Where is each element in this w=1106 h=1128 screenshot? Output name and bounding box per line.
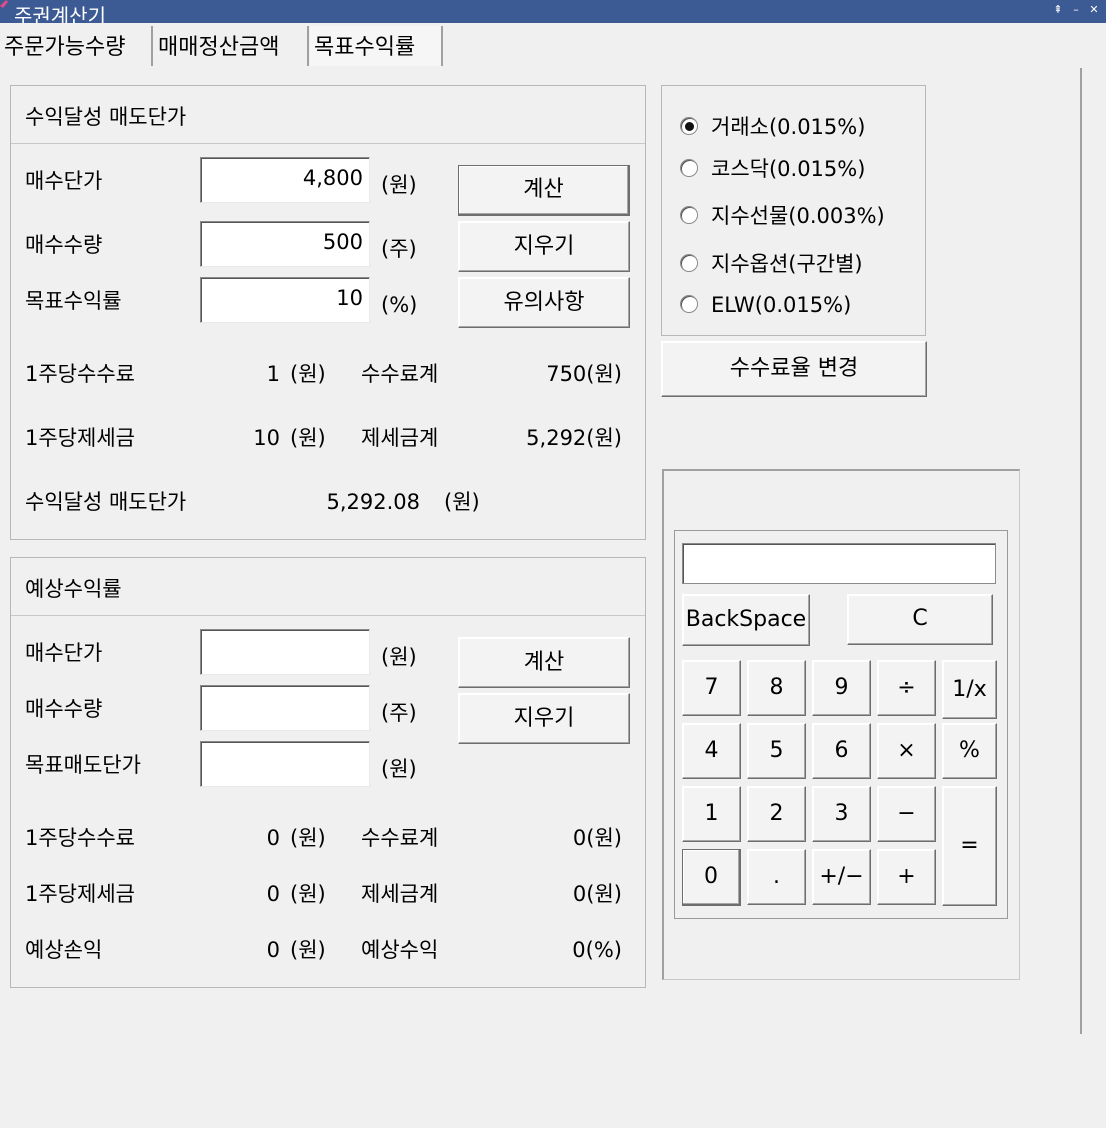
calc-key-6[interactable]: 6 [812, 723, 871, 779]
calc-key-2[interactable]: 2 [747, 786, 806, 842]
tax-per-share-value: 0 [266, 882, 280, 906]
target-sell-price-input[interactable] [200, 741, 370, 787]
market-label-exchange[interactable]: 거래소(0.015%) [711, 112, 865, 142]
expected-pl-unit: (원) [290, 938, 326, 962]
fee-per-share-value: 1 [266, 362, 280, 386]
minimize-icon[interactable]: – [1068, 2, 1084, 18]
pin-icon[interactable]: ⇞ [1050, 2, 1066, 18]
buy-quantity-label: 매수수량 [25, 233, 103, 257]
clear-button[interactable]: 지우기 [458, 693, 630, 744]
tax-total-value: 5,292(원) [526, 426, 622, 450]
target-sell-price-value: 5,292.08 [326, 490, 420, 514]
expected-rate-label: 예상수익 [361, 938, 439, 962]
expected-pl-label: 예상손익 [25, 938, 103, 962]
calculator-display[interactable] [682, 543, 996, 584]
target-return-label: 목표수익률 [25, 289, 122, 313]
calc-key-0[interactable]: 0 [682, 849, 741, 906]
calc-key-equals[interactable]: = [942, 786, 997, 906]
expected-rate-value: 0(%) [572, 938, 622, 962]
market-label-index-futures[interactable]: 지수선물(0.003%) [711, 201, 885, 231]
calculate-button[interactable]: 계산 [458, 165, 630, 216]
fee-per-share-value: 0 [266, 826, 280, 850]
target-sell-price-input-unit: (원) [381, 757, 417, 781]
fee-per-share-label: 1주당수수료 [25, 826, 135, 850]
tax-per-share-label: 1주당제세금 [25, 426, 135, 450]
buy-price-label: 매수단가 [25, 169, 103, 193]
buy-quantity-input[interactable]: 500 [200, 221, 370, 267]
calc-clear-button[interactable]: C [847, 594, 993, 645]
tab-content-border [1080, 68, 1082, 1034]
title-bar: 주권계산기 ⇞ – ✕ [0, 0, 1106, 23]
calc-key-subtract[interactable]: − [877, 786, 936, 842]
buy-price-unit: (원) [381, 173, 417, 197]
fee-per-share-label: 1주당수수료 [25, 362, 135, 386]
calc-key-percent[interactable]: % [942, 723, 997, 779]
market-label-index-options[interactable]: 지수옵션(구간별) [711, 249, 863, 279]
calc-backspace-button[interactable]: BackSpace [682, 594, 810, 646]
change-fee-rate-button[interactable]: 수수료율 변경 [661, 341, 927, 397]
fee-total-label: 수수료계 [361, 362, 439, 386]
target-sell-price-label: 수익달성 매도단가 [25, 490, 187, 514]
buy-price-input[interactable]: 4,800 [200, 157, 370, 203]
tax-per-share-value: 10 [253, 426, 280, 450]
buy-quantity-unit: (주) [381, 237, 417, 261]
buy-price-label: 매수단가 [25, 641, 103, 665]
tax-total-value: 0(원) [572, 882, 622, 906]
calc-key-1[interactable]: 1 [682, 786, 741, 842]
tax-total-label: 제세금계 [361, 426, 439, 450]
calc-key-3[interactable]: 3 [812, 786, 871, 842]
calc-key-multiply[interactable]: × [877, 723, 936, 779]
target-return-unit: (%) [381, 293, 418, 317]
calc-key-decimal[interactable]: . [747, 849, 806, 905]
fee-total-value: 750(원) [546, 362, 622, 386]
buy-quantity-input[interactable] [200, 685, 370, 731]
fee-per-share-unit: (원) [290, 362, 326, 386]
expected-pl-value: 0 [266, 938, 280, 962]
tax-per-share-label: 1주당제세금 [25, 882, 135, 906]
calc-key-reciprocal[interactable]: 1/x [942, 660, 997, 719]
tab-order-quantity[interactable]: 주문가능수량 [0, 26, 153, 66]
market-label-elw[interactable]: ELW(0.015%) [711, 290, 851, 320]
market-radio-elw[interactable] [680, 295, 698, 313]
calc-key-add[interactable]: + [877, 849, 936, 905]
target-sell-price-unit: (원) [444, 490, 480, 514]
target-return-input[interactable]: 10 [200, 277, 370, 323]
clear-button[interactable]: 지우기 [458, 221, 630, 272]
tab-settlement-amount[interactable]: 매매정산금액 [154, 26, 309, 66]
calc-key-divide[interactable]: ÷ [877, 660, 936, 716]
app-icon [0, 0, 8, 8]
tax-per-share-unit: (원) [290, 882, 326, 906]
fee-total-label: 수수료계 [361, 826, 439, 850]
calc-key-negate[interactable]: +/− [812, 849, 871, 905]
tab-target-return[interactable]: 목표수익률 [310, 26, 443, 66]
fee-total-value: 0(원) [572, 826, 622, 850]
market-radio-index-futures[interactable] [680, 206, 698, 224]
close-icon[interactable]: ✕ [1086, 2, 1102, 18]
calc-key-4[interactable]: 4 [682, 723, 741, 779]
expected-return-group-title: 예상수익률 [25, 577, 122, 601]
window-title: 주권계산기 [14, 4, 106, 23]
buy-quantity-label: 매수수량 [25, 697, 103, 721]
calc-key-5[interactable]: 5 [747, 723, 806, 779]
market-radio-exchange[interactable] [680, 117, 698, 135]
market-radio-index-options[interactable] [680, 254, 698, 272]
market-radio-kosdaq[interactable] [680, 159, 698, 177]
calculate-button[interactable]: 계산 [458, 637, 630, 688]
sell-price-group-title: 수익달성 매도단가 [25, 105, 187, 129]
market-label-kosdaq[interactable]: 코스닥(0.015%) [711, 154, 865, 184]
calc-key-8[interactable]: 8 [747, 660, 806, 716]
divider [11, 615, 645, 616]
buy-price-unit: (원) [381, 645, 417, 669]
tax-total-label: 제세금계 [361, 882, 439, 906]
fee-per-share-unit: (원) [290, 826, 326, 850]
buy-price-input[interactable] [200, 629, 370, 675]
calc-key-7[interactable]: 7 [682, 660, 741, 716]
target-sell-price-input-label: 목표매도단가 [25, 753, 141, 777]
calc-key-9[interactable]: 9 [812, 660, 871, 716]
notice-button[interactable]: 유의사항 [458, 277, 630, 328]
divider [11, 143, 645, 144]
tax-per-share-unit: (원) [290, 426, 326, 450]
buy-quantity-unit: (주) [381, 701, 417, 725]
